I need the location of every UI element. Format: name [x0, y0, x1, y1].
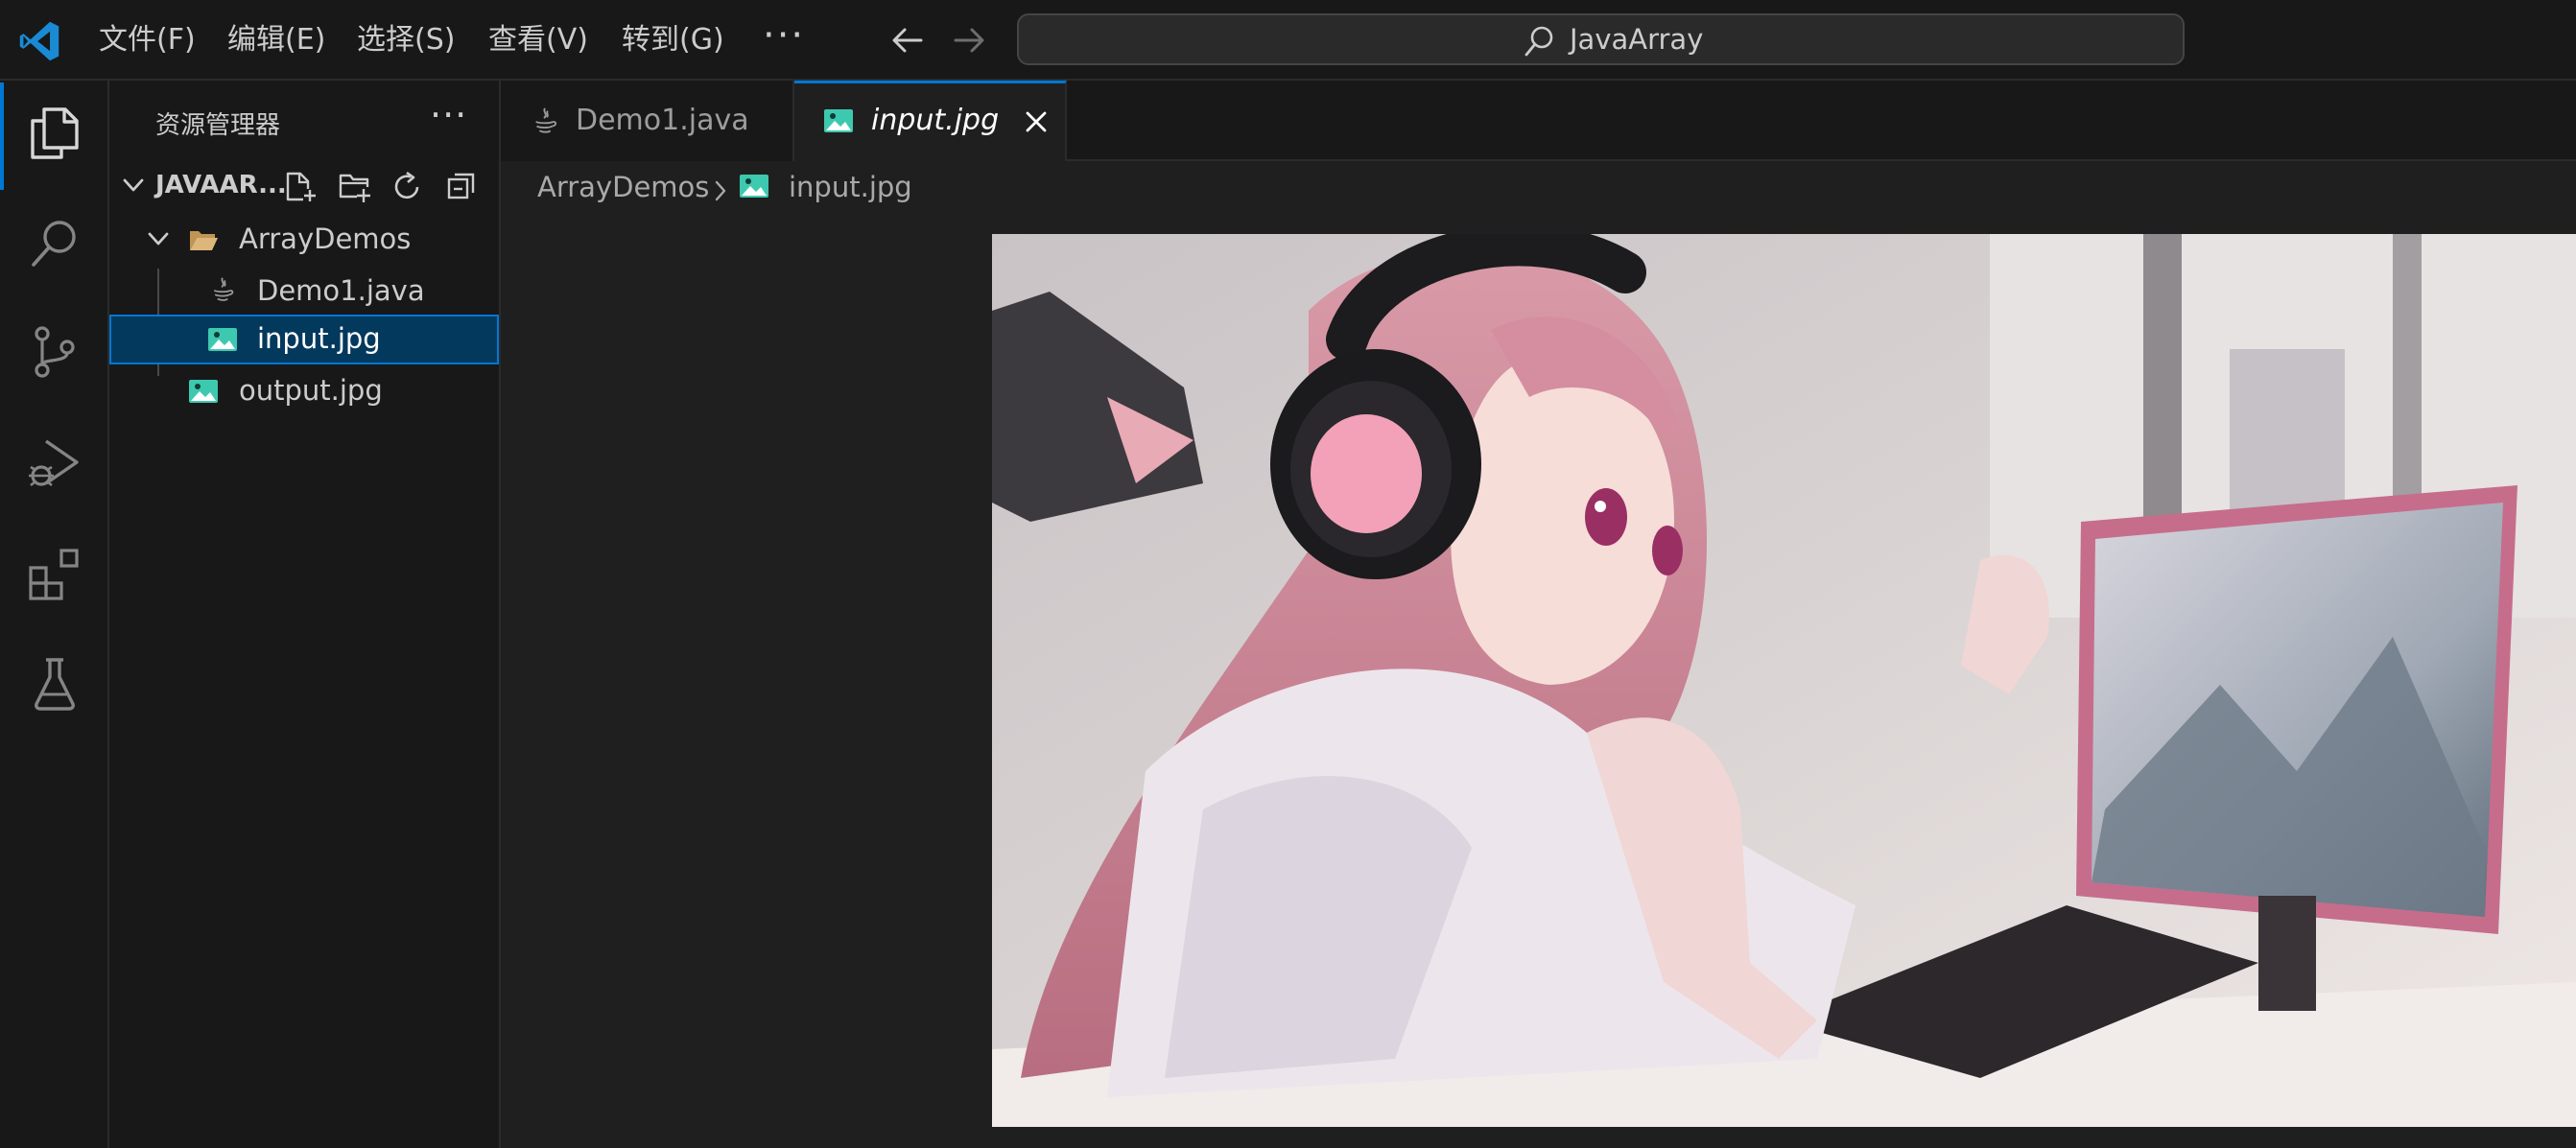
- chevron-down-icon: [123, 178, 144, 192]
- testing-flask-icon[interactable]: [27, 656, 83, 712]
- active-indicator: [0, 82, 4, 190]
- search-icon: [1524, 26, 1553, 57]
- tree-folder-arraydemos[interactable]: ArrayDemos: [109, 215, 499, 265]
- tree-label: input.jpg: [257, 322, 381, 355]
- vscode-logo-icon[interactable]: [17, 19, 61, 63]
- refresh-icon[interactable]: [391, 171, 424, 203]
- tab-input-jpg[interactable]: input.jpg: [794, 81, 1067, 161]
- close-icon[interactable]: [1023, 108, 1050, 135]
- source-control-icon[interactable]: [27, 324, 83, 380]
- java-icon: [535, 107, 557, 133]
- tab-demo1-java[interactable]: Demo1.java: [501, 81, 794, 161]
- image-icon: [824, 109, 853, 132]
- image-icon: [189, 380, 218, 403]
- tab-label: input.jpg: [871, 104, 1000, 137]
- title-bar: 文件(F) 编辑(E) 选择(S) 查看(V) 转到(G) ··· JavaAr…: [0, 0, 2576, 81]
- extensions-icon[interactable]: [27, 547, 83, 602]
- menu-go[interactable]: 转到(G): [622, 19, 724, 61]
- back-arrow-icon[interactable]: [888, 21, 927, 59]
- activity-bar: [0, 81, 109, 1148]
- search-activity-icon[interactable]: [27, 215, 83, 270]
- explorer-title: 资源管理器: [155, 111, 281, 140]
- workspace-root-label: JAVAAR...: [155, 171, 287, 199]
- image-icon: [740, 175, 768, 198]
- explorer-more-button[interactable]: ···: [430, 94, 467, 136]
- collapse-all-icon[interactable]: [445, 171, 478, 203]
- tree-label: output.jpg: [239, 374, 383, 407]
- workspace-root-row[interactable]: JAVAAR...: [109, 159, 499, 211]
- tree-label: ArrayDemos: [239, 223, 412, 255]
- menu-more-button[interactable]: ···: [763, 13, 805, 58]
- menu-view[interactable]: 查看(V): [488, 19, 588, 61]
- menu-edit[interactable]: 编辑(E): [227, 19, 325, 61]
- command-center-search[interactable]: JavaArray: [1017, 13, 2185, 65]
- menu-selection[interactable]: 选择(S): [357, 19, 455, 61]
- image-icon: [208, 328, 237, 351]
- tab-label: Demo1.java: [576, 104, 749, 137]
- explorer-icon[interactable]: [27, 105, 83, 161]
- open-folder-icon: [190, 231, 218, 250]
- image-preview[interactable]: [992, 234, 2576, 1127]
- tree-label: Demo1.java: [257, 274, 425, 307]
- explorer-sidebar: 资源管理器 ··· JAVAAR... ArrayDemos Demo1.jav…: [109, 81, 501, 1148]
- forward-arrow-icon[interactable]: [950, 21, 988, 59]
- java-icon: [213, 277, 234, 301]
- run-debug-icon[interactable]: [27, 435, 83, 491]
- tree-file-output-jpg[interactable]: output.jpg: [109, 366, 499, 416]
- preview-image: [992, 234, 2576, 1127]
- editor-tab-bar: Demo1.java input.jpg: [501, 81, 2576, 161]
- breadcrumb-folder[interactable]: ArrayDemos: [537, 171, 709, 203]
- chevron-down-icon: [148, 232, 169, 246]
- new-file-icon[interactable]: [284, 171, 317, 203]
- breadcrumb-file[interactable]: input.jpg: [789, 171, 912, 203]
- chevron-right-icon: [715, 180, 726, 201]
- menu-file[interactable]: 文件(F): [99, 19, 196, 61]
- search-text: JavaArray: [1570, 23, 1704, 56]
- tree-file-demo1-java[interactable]: Demo1.java: [109, 267, 499, 316]
- tree-file-input-jpg[interactable]: input.jpg: [109, 315, 499, 364]
- new-folder-icon[interactable]: [338, 171, 370, 203]
